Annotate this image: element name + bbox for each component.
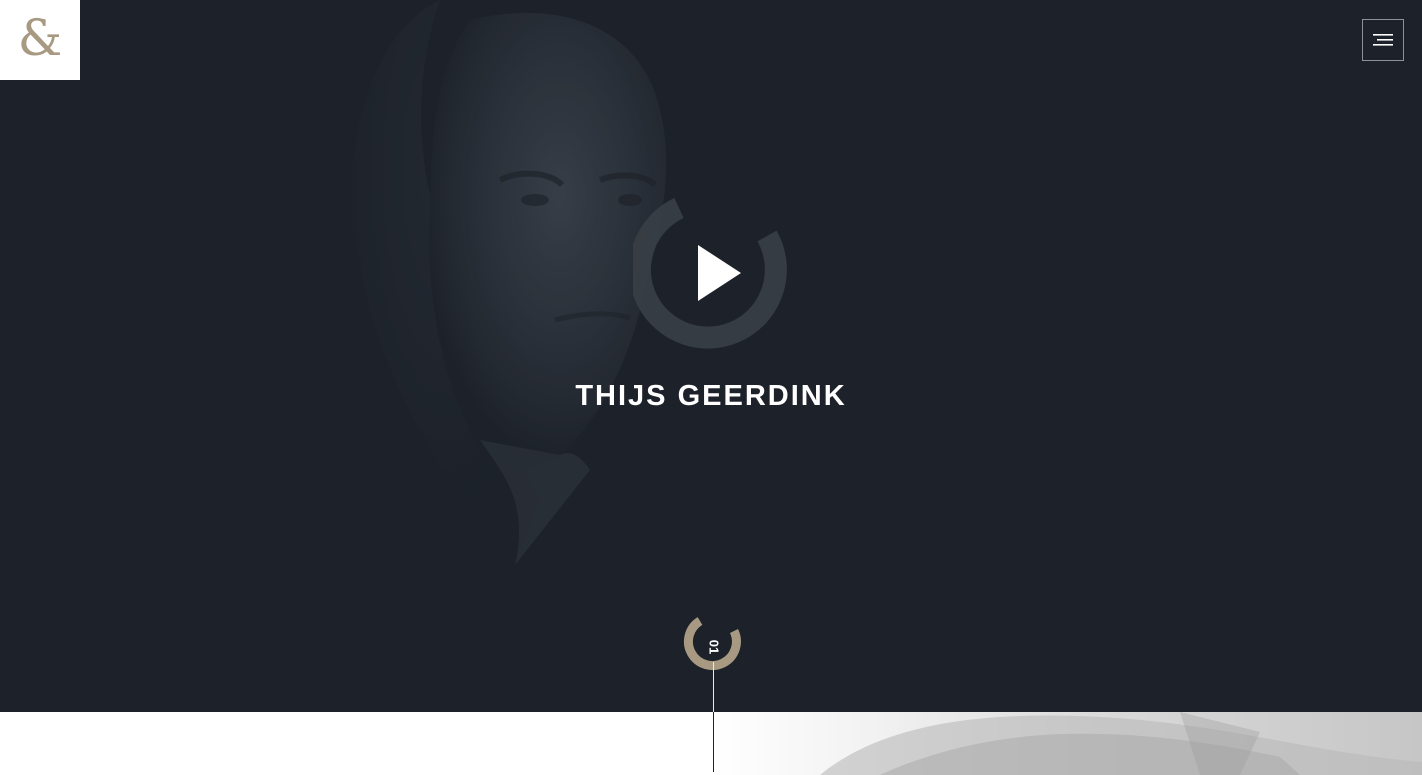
brand-logo[interactable]: & bbox=[0, 0, 80, 80]
menu-button[interactable] bbox=[1362, 19, 1404, 61]
hamburger-icon bbox=[1373, 34, 1393, 46]
section-number-ring-icon: 01 bbox=[683, 617, 741, 671]
hero-section: & THIJS GEERDINK 01 bbox=[0, 0, 1422, 712]
scroll-indicator-line-top bbox=[713, 662, 714, 712]
next-portrait-image bbox=[820, 712, 1422, 775]
scroll-down-badge[interactable]: 01 bbox=[682, 616, 742, 676]
hero-title: THIJS GEERDINK bbox=[575, 380, 847, 412]
scroll-indicator-line bbox=[713, 712, 714, 772]
section-number: 01 bbox=[707, 640, 722, 654]
next-section-preview bbox=[0, 712, 1422, 775]
play-ring-icon bbox=[628, 198, 787, 349]
ampersand-logo-icon: & bbox=[17, 9, 63, 67]
play-video-button[interactable] bbox=[628, 195, 791, 353]
play-icon bbox=[698, 245, 741, 301]
